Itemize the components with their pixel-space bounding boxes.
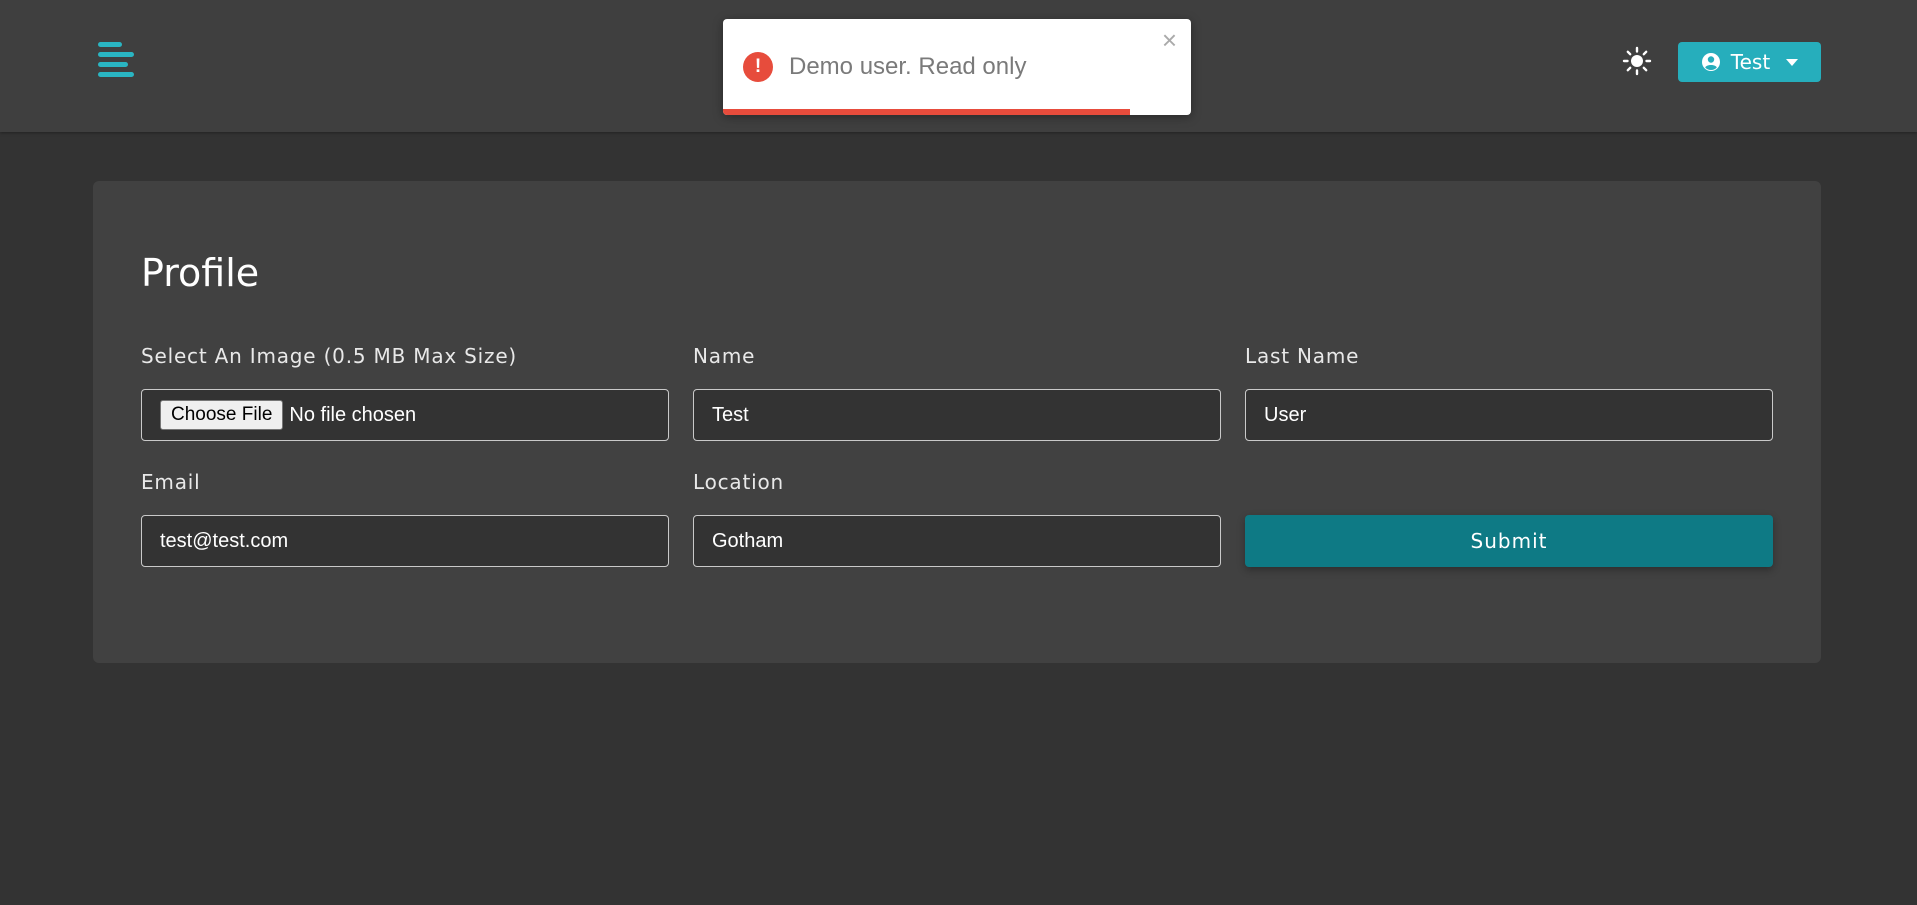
- user-menu-button[interactable]: Test: [1678, 42, 1821, 82]
- name-field-label: Name: [693, 344, 756, 368]
- location-input[interactable]: [693, 515, 1221, 567]
- profile-card: Profile Select An Image (0.5 MB Max Size…: [93, 181, 1821, 663]
- choose-file-button[interactable]: Choose File: [160, 400, 284, 430]
- page-title: Profile: [141, 251, 260, 295]
- email-input[interactable]: [141, 515, 669, 567]
- user-menu-label: Test: [1730, 50, 1771, 74]
- file-status-text: No file chosen: [289, 403, 417, 426]
- submit-button[interactable]: Submit: [1245, 515, 1773, 567]
- toast-progress-track: [723, 109, 1191, 115]
- last-name-field-label: Last Name: [1245, 344, 1360, 368]
- menu-icon[interactable]: [96, 40, 138, 82]
- name-input[interactable]: [693, 389, 1221, 441]
- email-field-label: Email: [141, 470, 201, 494]
- close-icon[interactable]: ×: [1162, 27, 1177, 53]
- caret-down-icon: [1786, 58, 1799, 66]
- last-name-input[interactable]: [1245, 389, 1773, 441]
- toast-progress-bar: [723, 109, 1131, 115]
- sun-icon[interactable]: [1620, 44, 1654, 78]
- location-field-label: Location: [693, 470, 784, 494]
- image-field-label: Select An Image (0.5 MB Max Size): [141, 344, 518, 368]
- image-file-input[interactable]: Choose File No file chosen: [141, 389, 669, 441]
- user-circle-icon: [1701, 52, 1721, 72]
- toast-notification: ! Demo user. Read only ×: [723, 19, 1191, 115]
- toast-message: Demo user. Read only: [789, 53, 1027, 80]
- error-icon: !: [743, 52, 773, 82]
- page: Test ! Demo user. Read only × Profile Se…: [0, 0, 1917, 905]
